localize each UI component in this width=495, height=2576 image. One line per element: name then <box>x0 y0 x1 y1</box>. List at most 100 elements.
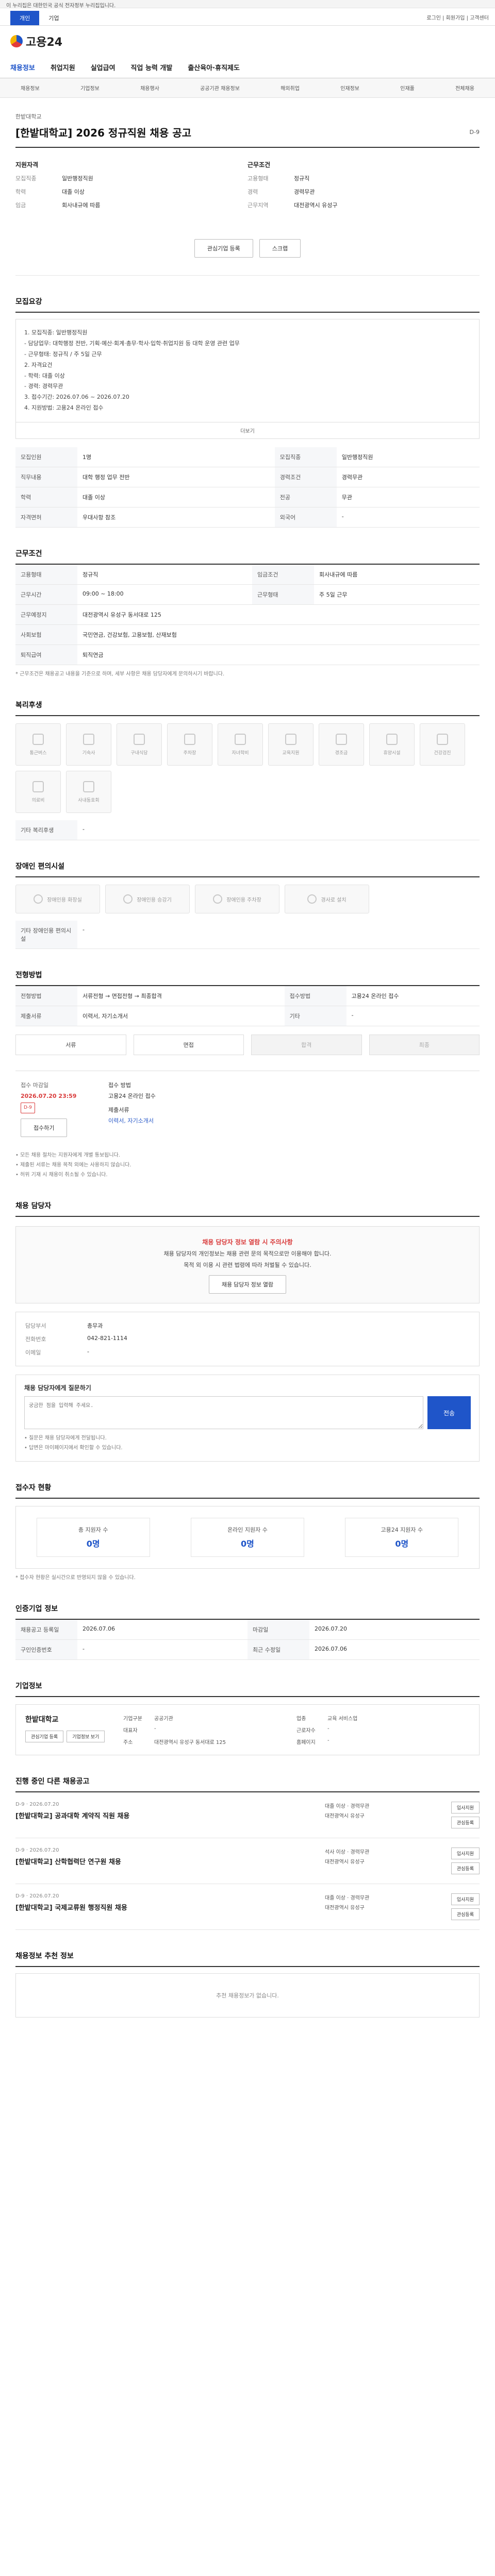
welfare-item: 휴양시설 <box>369 723 415 766</box>
list-item[interactable]: D-9 · 2026.07.20 [한밭대학교] 산학협력단 연구원 채용 석사 … <box>15 1838 480 1884</box>
summary-head: 근무조건 <box>248 161 271 168</box>
nav-item-jobs[interactable]: 채용정보 <box>10 62 35 72</box>
summary-row: 임금 회사내규에 따름 <box>15 202 101 209</box>
topbar: 개인 기업 로그인 | 회원가입 | 고객센터 <box>0 8 495 26</box>
subnav-item[interactable]: 인재정보 <box>340 84 359 92</box>
section-contact: 채용 담당자 <box>15 1200 480 1217</box>
deadline-date: 2026.07.20 23:59 <box>21 1093 77 1100</box>
company-box: 한밭대학교 관심기업 등록 기업정보 보기 기업구분 공공기관 업종 교육 서비스업… <box>15 1704 480 1755</box>
welfare-item: 통근버스 <box>15 723 61 766</box>
more-button[interactable]: 더보기 <box>15 422 480 439</box>
topbar-links[interactable]: 로그인 | 회원가입 | 고객센터 <box>426 13 489 21</box>
apply-steps: 서류 면접 합격 최종 <box>15 1035 480 1056</box>
step-item: 합격 <box>251 1035 362 1056</box>
subnav-item[interactable]: 기업정보 <box>80 84 100 92</box>
status-card: 온라인 지원자 수 0명 <box>190 1518 304 1557</box>
qa-box: 채용 담당자에게 질문하기 전송 • 질문은 채용 담당자에게 전달됩니다.• … <box>15 1375 480 1462</box>
apply-small-button[interactable]: 입사지원 <box>451 1893 480 1905</box>
recruit-table: 모집인원 1명 모집직종 일반행정직원 직무내용 대학 행정 업무 전반 경력조건 경력무관… <box>15 447 480 528</box>
parking-icon <box>213 894 223 904</box>
method-value: 고용24 온라인 접수 <box>108 1093 156 1100</box>
medical-icon <box>32 781 44 792</box>
ramp-icon <box>307 894 317 904</box>
conditions-note: * 근무조건은 채용공고 내용을 기준으로 하며, 세부 사항은 채용 담당자에… <box>15 671 225 677</box>
summary-row: 근무지역 대전광역시 유성구 <box>248 202 338 209</box>
status-grid: 총 지원자 수 0명 온라인 지원자 수 0명 고용24 지원자 수 0명 <box>15 1506 480 1569</box>
apply-notes: • 모든 채용 절차는 지원자에게 개별 통보됩니다. • 제출된 서류는 채용… <box>15 1153 131 1178</box>
summary-row: 고용형태 정규직 <box>248 175 310 182</box>
company-name[interactable]: 한밭대학교 <box>15 112 480 121</box>
interest-button[interactable]: 관심기업 등록 <box>194 239 253 258</box>
view-contact-button[interactable]: 채용 담당자 정보 열람 <box>208 1275 287 1294</box>
company-interest-button[interactable]: 관심기업 등록 <box>25 1731 64 1742</box>
qa-input[interactable] <box>24 1396 423 1429</box>
status-card: 고용24 지원자 수 0명 <box>345 1518 459 1557</box>
docs-label: 제출서류 <box>108 1106 129 1113</box>
section-status: 접수자 현황 <box>15 1482 480 1499</box>
subnav-item[interactable]: 공공기관 채용정보 <box>200 84 240 92</box>
qa-submit-button[interactable]: 전송 <box>427 1396 471 1429</box>
docs-value: 이력서, 자기소개서 <box>108 1117 154 1124</box>
site-header: 고용24 <box>0 26 495 57</box>
list-item[interactable]: D-9 · 2026.07.20 [한밭대학교] 공과대학 계약직 직원 채용 대… <box>15 1792 480 1838</box>
disabled-item: 경사로 설치 <box>285 885 369 914</box>
welfare-grid: 통근버스 기숙사 구내식당 주차장 자녀학비 교육지원 경조금 휴양시설 건강검… <box>15 723 480 814</box>
interest-small-button[interactable]: 관심등록 <box>451 1908 480 1920</box>
subnav-item[interactable]: 인재풀 <box>400 84 415 92</box>
welfare-item: 교육지원 <box>268 723 314 766</box>
step-item: 최종 <box>369 1035 480 1056</box>
summary-head: 지원자격 <box>15 161 39 168</box>
cafeteria-icon <box>134 733 145 745</box>
apply-button[interactable]: 접수하기 <box>21 1118 68 1137</box>
health-icon <box>437 733 448 745</box>
dday-badge: D-9 <box>469 129 480 135</box>
page-title: [한밭대학교] 2026 정규직원 채용 공고 <box>15 127 191 139</box>
dormitory-icon <box>83 733 94 745</box>
logo-icon[interactable] <box>10 35 23 47</box>
recruit-text: 1. 모집직종: 일반행정직원 - 담당업무: 대학행정 전반, 기획·예산·회… <box>15 319 480 423</box>
status-card: 총 지원자 수 0명 <box>36 1518 150 1557</box>
disabled-etc: 기타 장애인용 편의시설 - <box>15 921 480 950</box>
section-info: 인증기업 정보 <box>15 1603 480 1620</box>
contact-box: 담당부서 총무과 전화번호 042-821-1114 이메일 - <box>15 1312 480 1366</box>
qa-title: 채용 담당자에게 질문하기 <box>24 1384 91 1392</box>
tab-company[interactable]: 기업 <box>39 11 68 25</box>
disabled-item: 장애인용 주차장 <box>195 885 279 914</box>
apply-small-button[interactable]: 입사지원 <box>451 1802 480 1814</box>
list-item[interactable]: D-9 · 2026.07.20 [한밭대학교] 국제교류원 행정직원 채용 대졸… <box>15 1884 480 1930</box>
logo-text[interactable]: 고용24 <box>26 33 62 49</box>
nav-item-training[interactable]: 직업 능력 개발 <box>131 62 173 72</box>
welfare-item: 경조금 <box>319 723 364 766</box>
main-nav: 채용정보 취업지원 실업급여 직업 능력 개발 출산육아·휴직제도 <box>0 57 495 78</box>
scrap-button[interactable]: 스크랩 <box>259 239 301 258</box>
welfare-item: 건강검진 <box>420 723 465 766</box>
section-welfare: 복리후생 <box>15 700 480 717</box>
subnav-item[interactable]: 채용정보 <box>21 84 40 92</box>
interest-small-button[interactable]: 관심등록 <box>451 1817 480 1828</box>
subnav-item[interactable]: 해외취업 <box>280 84 300 92</box>
status-note: * 접수자 현황은 실시간으로 반영되지 않을 수 있습니다. <box>15 1575 136 1581</box>
warn-title: 채용 담당자 정보 열람 시 주의사항 <box>202 1239 293 1246</box>
job-summary: 지원자격 근무조건 모집직종 일반행정직원 고용형태 정규직 학력 대졸 이상 경력 경… <box>15 147 480 218</box>
method-label: 접수 방법 <box>108 1082 131 1089</box>
subnav-item[interactable]: 채용행사 <box>140 84 159 92</box>
warn-box: 채용 담당자 정보 열람 시 주의사항 채용 담당자의 개인정보는 채용 관련 … <box>15 1226 480 1303</box>
education-icon <box>285 733 296 745</box>
section-recommend: 채용정보 추천 정보 <box>15 1951 480 1967</box>
apply-small-button[interactable]: 입사지원 <box>451 1848 480 1859</box>
section-apply: 전형방법 <box>15 970 480 987</box>
company-view-button[interactable]: 기업정보 보기 <box>67 1731 105 1742</box>
resort-icon <box>386 733 398 745</box>
conditions-table: 고용형태 정규직 임금조건 회사내규에 따름 근무시간 09:00 ~ 18:00 근무형… <box>15 565 480 666</box>
nav-item-support[interactable]: 취업지원 <box>51 62 75 72</box>
sub-nav: 채용정보 기업정보 채용행사 공공기관 채용정보 해외취업 인재정보 인재풀 전… <box>0 78 495 98</box>
subnav-item[interactable]: 전체채용 <box>455 84 474 92</box>
interest-small-button[interactable]: 관심등록 <box>451 1862 480 1874</box>
nav-item-leave[interactable]: 출산육아·휴직제도 <box>188 62 240 72</box>
nav-item-benefit[interactable]: 실업급여 <box>91 62 116 72</box>
parking-icon <box>184 733 195 745</box>
tab-individual[interactable]: 개인 <box>10 11 40 25</box>
welfare-item: 주차장 <box>167 723 212 766</box>
bus-icon <box>32 733 44 745</box>
welfare-item: 자녀학비 <box>218 723 263 766</box>
